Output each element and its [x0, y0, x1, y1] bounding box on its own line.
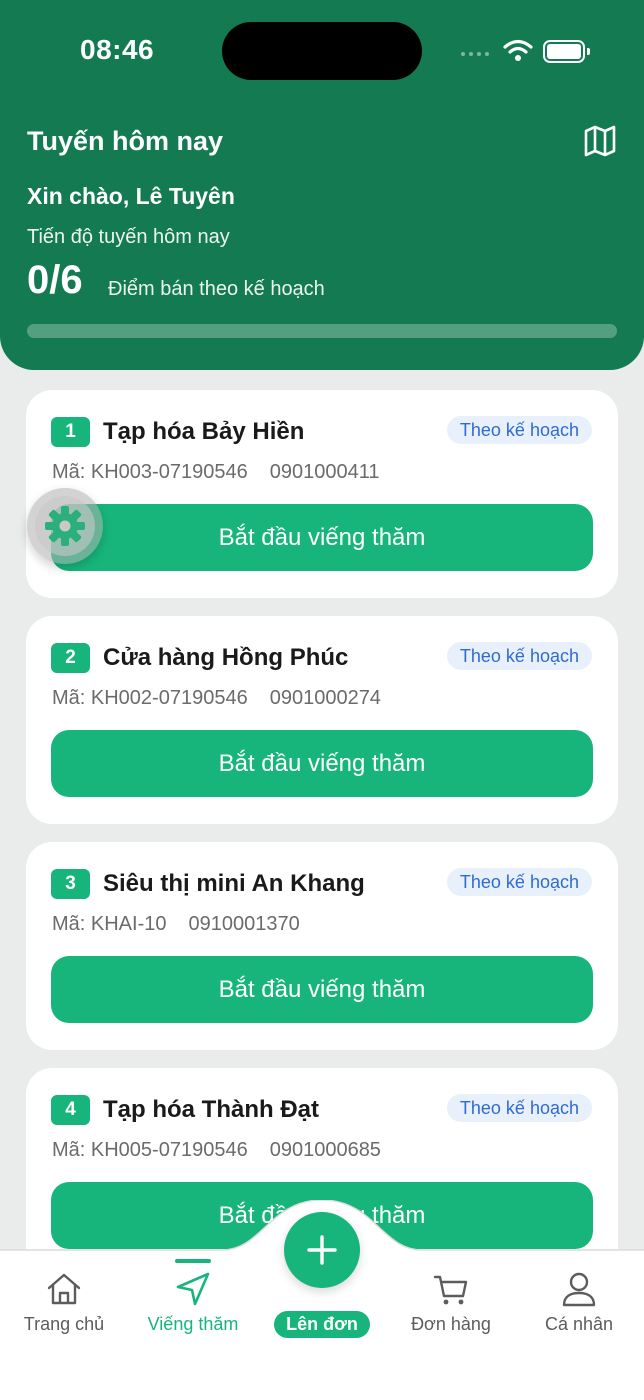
- navigation-arrow-icon: [176, 1272, 210, 1306]
- cart-icon: [433, 1275, 468, 1305]
- progress-bar: [27, 324, 617, 338]
- outlet-number: 2: [51, 643, 90, 673]
- plan-badge: Theo kế hoạch: [446, 642, 592, 670]
- progress-label: Tiến độ tuyến hôm nay: [27, 226, 230, 248]
- outlet-name: Cửa hàng Hồng Phúc: [103, 644, 349, 671]
- home-icon: [47, 1273, 81, 1305]
- nav-label: Trang chủ: [23, 1314, 105, 1334]
- user-icon: [562, 1272, 596, 1307]
- outlet-number: 1: [51, 417, 90, 447]
- plus-icon: [307, 1235, 337, 1265]
- nav-label: Đơn hàng: [411, 1314, 491, 1334]
- nav-label: Cá nhân: [544, 1314, 614, 1334]
- battery-icon: [543, 40, 590, 63]
- outlet-card: 1 Tạp hóa Bảy Hiền Theo kế hoạch Mã: KH0…: [26, 390, 618, 598]
- start-visit-button[interactable]: Bắt đầu viếng thăm: [51, 504, 593, 571]
- plan-badge: Theo kế hoạch: [446, 1094, 592, 1122]
- wifi-icon: [503, 39, 533, 61]
- start-visit-button[interactable]: Bắt đầu viếng thăm: [51, 956, 593, 1023]
- nav-label: Viếng thăm: [147, 1314, 239, 1334]
- outlet-meta: Mã: KH005-07190546 0901000685: [52, 1139, 381, 1162]
- floating-settings-button[interactable]: [27, 488, 103, 564]
- outlet-phone: 0901000274: [269, 687, 381, 709]
- gear-icon: [45, 506, 85, 546]
- outlet-name: Siêu thị mini An Khang: [103, 870, 365, 897]
- outlet-card: 3 Siêu thị mini An Khang Theo kế hoạch M…: [26, 842, 618, 1050]
- page-title: Tuyến hôm nay: [27, 126, 224, 156]
- outlet-meta: Mã: KH002-07190546 0901000274: [52, 687, 381, 710]
- nav-tab-home[interactable]: Trang chủ: [0, 1270, 128, 1335]
- outlet-phone: 0901000685: [269, 1139, 381, 1161]
- progress-description: Điểm bán theo kế hoạch: [108, 278, 325, 300]
- nav-tab-orders[interactable]: Đơn hàng: [387, 1270, 515, 1335]
- cellular-signal-icon: [461, 52, 489, 56]
- start-visit-button[interactable]: Bắt đầu viếng thăm: [51, 730, 593, 797]
- create-order-label[interactable]: Lên đơn: [274, 1311, 370, 1338]
- dynamic-island: [222, 22, 422, 80]
- status-time: 08:46: [80, 34, 155, 65]
- outlet-number: 4: [51, 1095, 90, 1125]
- bottom-navigation: Trang chủ Viếng thăm Lên đơn Đơn hàng Cá…: [0, 1200, 644, 1400]
- outlet-code: Mã: KHAI-10: [52, 913, 167, 935]
- outlet-code: Mã: KH002-07190546: [52, 687, 248, 709]
- outlet-meta: Mã: KH003-07190546 0901000411: [52, 461, 379, 484]
- status-bar: 08:46: [0, 0, 644, 100]
- plan-badge: Theo kế hoạch: [446, 416, 592, 444]
- outlet-code: Mã: KH003-07190546: [52, 461, 248, 483]
- plan-badge: Theo kế hoạch: [446, 868, 592, 896]
- outlet-phone: 0901000411: [269, 461, 380, 483]
- nav-tab-visit[interactable]: Viếng thăm: [129, 1270, 257, 1335]
- active-tab-indicator: [175, 1259, 211, 1263]
- outlet-code: Mã: KH005-07190546: [52, 1139, 248, 1161]
- progress-count: 0/6: [27, 258, 83, 302]
- nav-tab-profile[interactable]: Cá nhân: [515, 1270, 643, 1335]
- greeting-text: Xin chào, Lê Tuyên: [27, 183, 235, 209]
- outlet-number: 3: [51, 869, 90, 899]
- map-icon[interactable]: [583, 124, 617, 158]
- outlet-name: Tạp hóa Thành Đạt: [103, 1096, 319, 1123]
- outlet-name: Tạp hóa Bảy Hiền: [103, 418, 305, 445]
- create-order-button[interactable]: [284, 1212, 360, 1288]
- outlet-phone: 0910001370: [188, 913, 300, 935]
- outlet-card: 2 Cửa hàng Hồng Phúc Theo kế hoạch Mã: K…: [26, 616, 618, 824]
- outlet-meta: Mã: KHAI-10 0910001370: [52, 913, 300, 936]
- route-header: 08:46 Tuyến hôm nay Xin chào, Lê Tuyên T…: [0, 0, 644, 370]
